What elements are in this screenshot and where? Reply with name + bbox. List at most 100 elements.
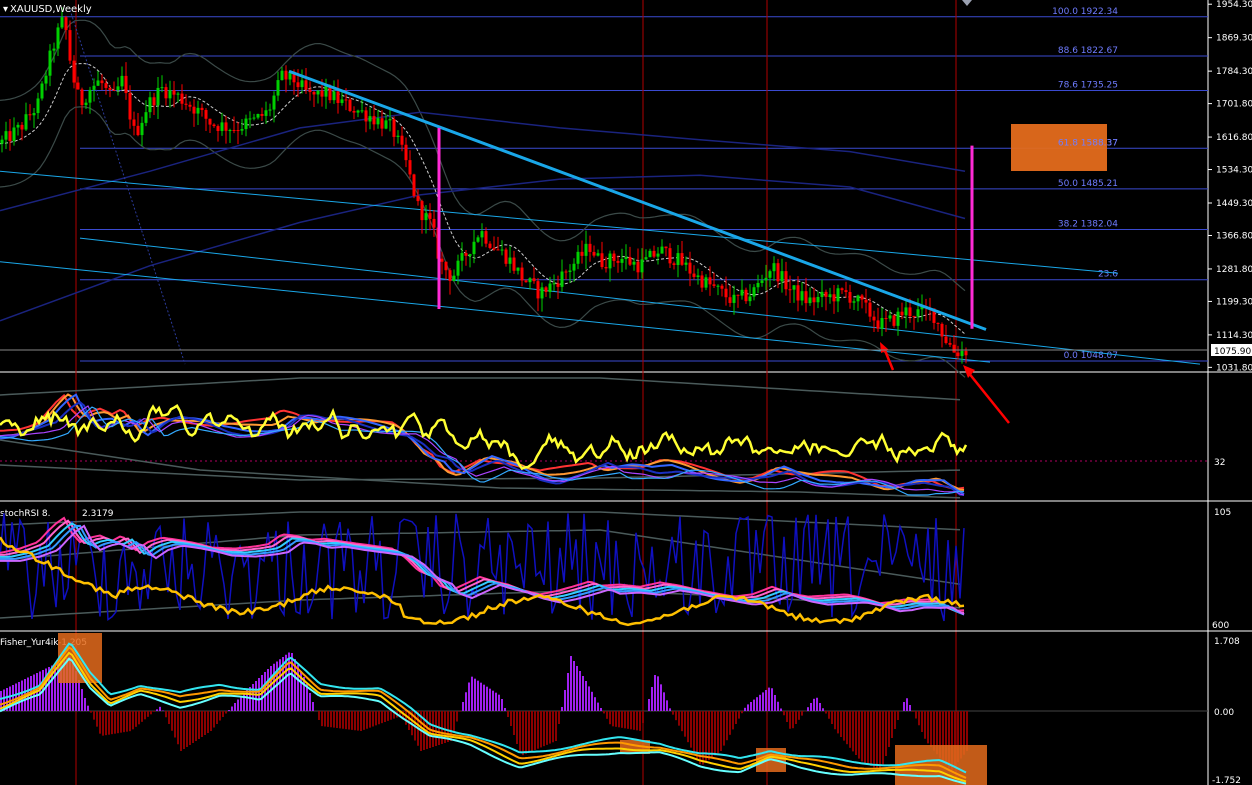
candle-body — [204, 110, 208, 119]
fisher-bar — [921, 711, 923, 732]
fisher-bar — [756, 697, 758, 711]
fisher-bar — [504, 708, 506, 711]
fisher-bar — [591, 691, 593, 711]
fisher-bar — [378, 711, 380, 725]
fisher-bar — [108, 711, 110, 735]
fisher-bar — [792, 711, 794, 729]
fisher-bar — [873, 711, 875, 768]
candle-body — [912, 316, 916, 318]
fisher-bar — [534, 711, 536, 750]
candle-body — [408, 160, 412, 175]
candle-body — [244, 118, 248, 130]
fisher-bar — [159, 706, 161, 711]
candle-body — [212, 124, 216, 127]
fisher-bar — [933, 711, 935, 751]
candle-body — [324, 85, 328, 97]
candle-body — [484, 231, 488, 244]
candle-body — [800, 291, 804, 301]
price-tick-label-7: 1366.80 — [1216, 231, 1252, 241]
fisher-bar — [333, 711, 335, 728]
candle-body — [860, 295, 864, 300]
fisher-bar — [783, 711, 785, 716]
candle-body — [88, 89, 92, 103]
candle-body — [568, 270, 572, 272]
candle-body — [488, 243, 492, 248]
fisher-bar — [387, 711, 389, 721]
candle-body — [792, 285, 796, 290]
candle-body — [876, 320, 880, 329]
header-dropdown-icon[interactable]: ▾ — [3, 4, 8, 15]
candle-body — [668, 248, 672, 264]
fisher-bar — [498, 694, 500, 711]
fisher-bar — [720, 711, 722, 751]
candle-body — [112, 89, 116, 91]
fisher-bar — [357, 711, 359, 731]
candle-body — [868, 302, 872, 317]
candle-body — [168, 90, 172, 99]
fisher-bar — [705, 711, 707, 763]
candle-body — [536, 281, 540, 299]
fisher-bar — [141, 711, 143, 722]
fisher-bar — [882, 711, 884, 765]
candle-body — [820, 291, 824, 297]
candle-body — [144, 112, 148, 123]
candle-body — [548, 283, 552, 292]
candle-body — [48, 50, 52, 76]
fisher-bar — [288, 652, 290, 711]
fisher-bar — [312, 702, 314, 711]
fisher-bar — [807, 707, 809, 711]
candle-body — [936, 322, 940, 324]
fisher-bar — [90, 711, 92, 713]
fisher-bar — [840, 711, 842, 737]
fisher-bar — [780, 708, 782, 711]
candle-body — [680, 253, 684, 265]
fisher-bar — [324, 711, 326, 727]
stochrsi-tick-bottom: 600 — [1212, 621, 1229, 631]
price-tick-label-1: 1869.30 — [1216, 34, 1252, 44]
candle-body — [276, 80, 280, 96]
candle-body — [368, 116, 372, 122]
candle-body — [268, 109, 272, 111]
candle-body — [456, 260, 460, 276]
candle-body — [616, 260, 620, 263]
fisher-bar — [786, 711, 788, 722]
candle-body — [40, 83, 44, 99]
candle-body — [516, 267, 520, 271]
candle-body — [808, 297, 812, 304]
candle-body — [388, 119, 392, 121]
candle-body — [480, 231, 484, 238]
candle-body — [956, 352, 960, 357]
price-tick-label-9: 1199.30 — [1216, 297, 1252, 307]
fisher-bar — [858, 711, 860, 759]
fisher-bar — [747, 704, 749, 711]
fisher-bar — [666, 700, 668, 711]
fisher-bar — [495, 692, 497, 711]
candle-body — [184, 103, 188, 105]
candle-body — [504, 249, 508, 264]
candle-body — [116, 86, 120, 91]
candle-body — [856, 295, 860, 302]
candle-body — [448, 270, 452, 281]
candle-body — [192, 106, 196, 114]
candle-body — [128, 93, 132, 120]
fisher-bar — [189, 711, 191, 745]
candle-body — [492, 247, 496, 250]
candle-body — [52, 48, 56, 51]
fisher-bar — [489, 688, 491, 711]
candle-body — [756, 282, 760, 288]
candle-body — [320, 90, 324, 97]
fisher-bar — [135, 711, 137, 727]
fisher-bar — [609, 711, 611, 725]
fisher-bar — [207, 711, 209, 733]
fisher-bar — [582, 676, 584, 711]
candle-body — [264, 110, 268, 116]
candle-body — [640, 259, 644, 273]
candle-body — [104, 83, 108, 88]
fisher-bar — [855, 711, 857, 755]
candle-body — [332, 91, 336, 101]
fisher-tick-top: 1.708 — [1214, 637, 1240, 647]
fisher-bar — [930, 711, 932, 747]
candle-body — [720, 285, 724, 289]
fisher-bar — [612, 711, 614, 727]
fisher-bar — [588, 686, 590, 711]
